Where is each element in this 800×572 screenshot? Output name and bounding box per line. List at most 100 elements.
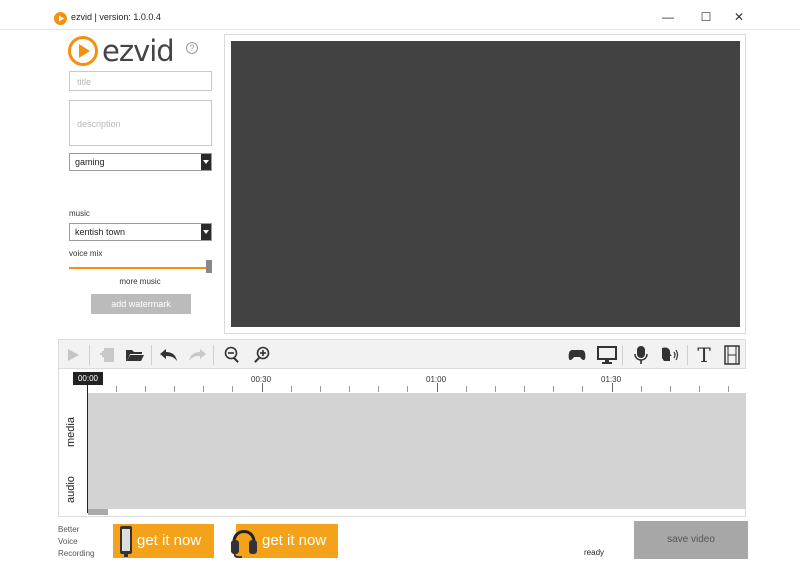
ruler-tick — [262, 383, 263, 392]
ruler-tick — [349, 386, 350, 392]
headset-product-icon — [231, 530, 257, 558]
svg-text:T: T — [697, 345, 711, 365]
chevron-down-icon — [201, 154, 211, 170]
add-watermark-button[interactable]: add watermark — [91, 294, 191, 314]
ruler-tick — [612, 383, 613, 392]
undo-button[interactable] — [158, 344, 180, 366]
status-text: ready — [584, 548, 605, 557]
save-video-button[interactable]: save video — [634, 521, 748, 559]
close-icon: ✕ — [733, 10, 745, 24]
track-area[interactable] — [88, 393, 746, 509]
ruler-tick — [728, 386, 729, 392]
time-label: 01:00 — [426, 375, 447, 384]
toolbar-separator — [89, 345, 90, 365]
audio-track-label: audio — [65, 476, 77, 503]
add-film-button[interactable] — [721, 344, 743, 366]
record-voice-button[interactable] — [630, 344, 652, 366]
ruler-tick — [203, 386, 204, 392]
get-mic-button[interactable]: get it now — [113, 524, 214, 558]
title-input[interactable]: title — [69, 71, 212, 91]
description-placeholder: description — [77, 119, 121, 129]
ruler-tick — [670, 386, 671, 392]
category-value: gaming — [75, 157, 105, 167]
add-clip-button[interactable] — [96, 344, 118, 366]
ezvid-logo: ezvid — [68, 34, 188, 68]
toolbar-separator — [151, 345, 152, 365]
logo-play-icon — [68, 36, 98, 66]
app-window: ezvid | version: 1.0.0.4 — ☐ ✕ ezvid ? t… — [0, 0, 800, 572]
maximize-button[interactable]: ☐ — [694, 8, 718, 26]
category-select[interactable]: gaming — [69, 153, 212, 171]
microphone-product-icon — [120, 526, 132, 557]
close-button[interactable]: ✕ — [727, 8, 751, 26]
ruler-tick — [407, 386, 408, 392]
film-icon — [724, 345, 740, 365]
ruler-tick — [466, 386, 467, 392]
promo-text-line: Recording — [58, 549, 95, 558]
add-clip-icon — [100, 348, 114, 362]
music-select[interactable]: kentish town — [69, 223, 212, 241]
play-icon — [68, 349, 79, 361]
time-label: 00:30 — [251, 375, 272, 384]
window-title: ezvid | version: 1.0.0.4 — [71, 12, 161, 22]
play-button[interactable] — [62, 344, 84, 366]
add-text-button[interactable]: T — [693, 344, 715, 366]
media-track-label: media — [65, 417, 77, 447]
ruler-tick — [378, 386, 379, 392]
left-panel: ezvid ? title description gaming music k… — [58, 32, 222, 332]
more-music-link[interactable]: more music — [58, 277, 222, 286]
zoom-in-icon — [254, 346, 270, 363]
minimize-button[interactable]: — — [656, 8, 680, 26]
timeline[interactable]: 00:30 01:00 01:30 media audio 00:00 — [58, 369, 747, 517]
timeline-toolbar: T — [58, 339, 746, 369]
ruler-tick — [320, 386, 321, 392]
voice-mix-slider[interactable] — [69, 267, 210, 269]
description-input[interactable]: description — [69, 100, 212, 146]
timeline-scrollbar[interactable] — [88, 509, 108, 515]
get-headset-button[interactable]: get it now — [231, 524, 338, 558]
redo-button[interactable] — [186, 344, 208, 366]
time-ruler[interactable]: 00:30 01:00 01:30 — [59, 369, 747, 393]
help-button[interactable]: ? — [186, 42, 198, 54]
zoom-in-button[interactable] — [251, 344, 273, 366]
promo-text-line: Better — [58, 525, 80, 534]
maximize-icon: ☐ — [700, 10, 712, 24]
playhead-line[interactable] — [87, 385, 88, 513]
ruler-tick — [291, 386, 292, 392]
logo-text: ezvid — [102, 34, 175, 68]
music-label: music — [69, 209, 90, 218]
ruler-tick — [174, 386, 175, 392]
text-icon: T — [697, 345, 711, 365]
ruler-tick — [116, 386, 117, 392]
redo-icon — [189, 349, 206, 361]
record-game-button[interactable] — [566, 344, 588, 366]
speak-text-button[interactable] — [659, 344, 681, 366]
video-preview — [231, 41, 740, 327]
preview-frame — [224, 34, 746, 334]
get-mic-label: get it now — [137, 532, 202, 549]
gamepad-icon — [568, 350, 586, 361]
title-bar: ezvid | version: 1.0.0.4 — ☐ ✕ — [0, 0, 800, 30]
ruler-tick — [699, 386, 700, 392]
help-icon: ? — [189, 43, 195, 53]
voice-mix-slider-thumb[interactable] — [206, 260, 212, 273]
ruler-tick — [232, 386, 233, 392]
open-folder-button[interactable] — [124, 344, 146, 366]
microphone-icon — [634, 346, 648, 364]
ruler-tick — [495, 386, 496, 392]
monitor-icon — [597, 346, 617, 364]
voice-mix-label: voice mix — [69, 249, 103, 258]
ruler-tick — [437, 383, 438, 392]
minimize-icon: — — [662, 10, 674, 24]
title-placeholder: title — [77, 77, 92, 87]
ruler-tick — [582, 386, 583, 392]
ruler-tick — [524, 386, 525, 392]
playhead-time[interactable]: 00:00 — [73, 372, 103, 385]
undo-icon — [160, 349, 177, 361]
ruler-tick — [641, 386, 642, 392]
ruler-tick — [145, 386, 146, 392]
zoom-out-button[interactable] — [222, 344, 244, 366]
zoom-out-icon — [224, 346, 239, 363]
chevron-down-icon — [201, 224, 211, 240]
record-screen-button[interactable] — [596, 344, 618, 366]
